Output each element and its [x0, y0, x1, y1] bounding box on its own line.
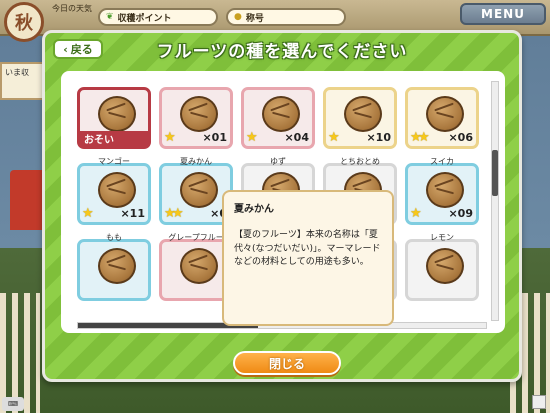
side-status-panel: いま収	[0, 62, 44, 100]
menu-button[interactable]: MENU	[460, 3, 546, 25]
seed-count: ×09	[448, 207, 473, 220]
chevron-left-icon: ‹	[63, 42, 68, 56]
tooltip-title: 夏みかん	[234, 204, 274, 215]
keyboard-icon[interactable]: ⌨	[2, 397, 24, 411]
seed-icon	[180, 248, 218, 284]
vertical-scroll-thumb[interactable]	[492, 150, 498, 196]
seed-name: スイカ	[430, 157, 454, 166]
seed-icon	[426, 96, 464, 132]
seed-icon	[262, 96, 300, 132]
seed-count: ×04	[284, 131, 309, 144]
seed-cell[interactable]: もも	[77, 233, 151, 301]
seed-icon	[344, 96, 382, 132]
seed-name: レモン	[430, 233, 454, 242]
seed-cell[interactable]: マンゴー ★ ×11	[77, 157, 151, 225]
fence-left	[0, 293, 40, 413]
seed-count: ×10	[366, 131, 391, 144]
seed-icon	[180, 96, 218, 132]
seed-cell[interactable]: ★ ★ ×06	[405, 87, 479, 149]
barn-image	[10, 170, 46, 230]
seed-name: ゆず	[270, 157, 286, 166]
seed-cell[interactable]: おそい	[77, 87, 151, 149]
seed-icon	[98, 172, 136, 208]
title-label: 称号	[245, 13, 264, 24]
seed-cell[interactable]: ★ ×01	[159, 87, 233, 149]
dialog-title: フルーツの種を選んでください	[156, 42, 408, 62]
sprout-icon: ❦	[106, 12, 114, 22]
medal-icon: ●	[234, 12, 242, 22]
back-button[interactable]: ‹ 戻る	[53, 39, 103, 59]
seed-count: ×06	[448, 131, 473, 144]
seed-count: ×01	[202, 131, 227, 144]
seed-name: マンゴー	[98, 157, 130, 166]
star-icon: ★	[164, 130, 176, 145]
tooltip-description: 【夏のフルーツ】本来の名称は「夏代々(なつだいだい)」。マーマレードなどの材料と…	[234, 230, 381, 267]
seed-name: もも	[106, 233, 122, 242]
star-icon: ★	[172, 206, 184, 221]
seed-icon	[98, 96, 136, 132]
star-icon: ★	[328, 130, 340, 145]
seed-name: とちおとめ	[340, 157, 380, 166]
seed-cell[interactable]: ★ ×04	[241, 87, 315, 149]
star-icon: ★	[410, 206, 422, 221]
slow-growth-label: おそい	[80, 131, 148, 146]
seed-cell[interactable]: ★ ×10	[323, 87, 397, 149]
title-pill: ● 称号	[226, 8, 346, 26]
seed-icon	[426, 248, 464, 284]
seed-count: ×11	[120, 207, 145, 220]
close-button[interactable]: 閉じる	[233, 351, 341, 375]
harvest-points-pill: ❦ 収穫ポイント	[98, 8, 218, 26]
corner-toggle[interactable]	[532, 395, 546, 409]
seed-name: グレープフルー	[168, 233, 224, 242]
seed-icon	[426, 172, 464, 208]
seed-icon	[98, 248, 136, 284]
seed-name: 夏みかん	[180, 157, 212, 166]
seed-cell[interactable]: スイカ ★ ×09	[405, 157, 479, 225]
seed-cell[interactable]: レモン	[405, 233, 479, 301]
seed-icon	[180, 172, 218, 208]
seed-info-tooltip: 夏みかん 【夏のフルーツ】本来の名称は「夏代々(なつだいだい)」。マーマレードな…	[222, 190, 394, 326]
star-icon: ★	[418, 130, 430, 145]
vertical-scrollbar[interactable]	[491, 81, 499, 321]
harvest-points-label: 収穫ポイント	[117, 13, 172, 24]
star-icon: ★	[82, 206, 94, 221]
weather-label: 今日の天気	[52, 4, 92, 13]
season-badge: 秋	[4, 2, 44, 42]
back-label: 戻る	[70, 43, 93, 56]
star-icon: ★	[246, 130, 258, 145]
